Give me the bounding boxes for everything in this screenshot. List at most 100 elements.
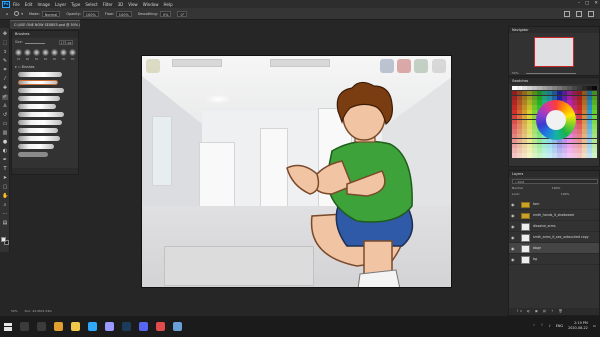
navigator-zoom-slider[interactable] <box>526 73 576 74</box>
color-swatch[interactable] <box>512 148 517 153</box>
brushes-panel-title[interactable]: Brushes <box>12 31 78 38</box>
color-swatch[interactable] <box>572 153 577 158</box>
flow-field[interactable]: 100% <box>115 10 132 17</box>
history-brush-tool-icon[interactable]: ↺ <box>2 113 8 118</box>
color-swatch[interactable] <box>517 143 522 148</box>
color-swatch[interactable] <box>582 124 587 129</box>
color-swatch[interactable] <box>552 86 557 91</box>
color-swatch[interactable] <box>517 90 522 96</box>
color-swatch[interactable] <box>537 148 542 153</box>
color-swatch[interactable] <box>567 95 572 100</box>
color-swatch[interactable] <box>587 129 592 134</box>
menu-filter[interactable]: Filter <box>103 2 113 7</box>
color-swatch[interactable] <box>592 86 597 91</box>
status-zoom[interactable]: 50% <box>11 309 18 313</box>
color-swatch[interactable] <box>527 119 532 124</box>
color-swatch[interactable] <box>552 148 557 153</box>
swatches-panel-title[interactable]: Swatches <box>509 78 599 84</box>
color-swatch[interactable] <box>517 129 522 134</box>
color-swatch[interactable] <box>562 138 567 144</box>
eye-icon[interactable]: ◉ <box>511 257 515 262</box>
layer-opacity[interactable]: 100% <box>552 186 561 190</box>
brush-tip-icon[interactable] <box>69 49 76 56</box>
brush-stroke-preview[interactable] <box>18 104 56 109</box>
color-swatch[interactable] <box>537 134 542 139</box>
brush-tip-icon[interactable] <box>42 49 49 56</box>
color-swatch[interactable] <box>572 148 577 153</box>
color-swatch[interactable] <box>572 86 577 91</box>
color-swatch[interactable] <box>512 105 517 110</box>
brush-stroke-preview[interactable] <box>18 96 60 101</box>
color-swatch[interactable] <box>577 110 582 115</box>
pen-tool-icon[interactable]: ✒ <box>2 158 8 163</box>
brush-stroke-preview[interactable] <box>18 120 62 125</box>
color-swatch[interactable] <box>517 110 522 115</box>
color-swatch[interactable] <box>527 143 532 148</box>
color-swatch[interactable] <box>542 95 547 100</box>
layer-row[interactable]: ◉ bg <box>509 254 599 265</box>
color-swatch[interactable] <box>587 153 592 158</box>
hand-tool-icon[interactable]: ✋ <box>2 194 8 199</box>
opacity-field[interactable]: 100% <box>82 10 99 17</box>
photoshop-icon[interactable] <box>88 322 97 331</box>
color-swatch[interactable] <box>582 138 587 144</box>
color-swatch[interactable] <box>592 95 597 100</box>
search-icon[interactable] <box>564 11 570 17</box>
color-swatch[interactable] <box>592 119 597 124</box>
color-swatch[interactable] <box>577 138 582 144</box>
color-swatch[interactable] <box>567 153 572 158</box>
color-swatch[interactable] <box>577 143 582 148</box>
color-swatch[interactable] <box>557 148 562 153</box>
color-swatch[interactable] <box>587 100 592 105</box>
color-swatch[interactable] <box>527 100 532 105</box>
color-swatch[interactable] <box>532 105 537 110</box>
color-swatch[interactable] <box>547 153 552 158</box>
color-swatch[interactable] <box>522 90 527 96</box>
color-swatch[interactable] <box>567 86 572 91</box>
color-swatch[interactable] <box>592 105 597 110</box>
color-swatch[interactable] <box>567 148 572 153</box>
color-swatch[interactable] <box>522 143 527 148</box>
tray-arrow-icon[interactable]: ⌃ <box>533 324 536 328</box>
color-swatch[interactable] <box>577 114 582 120</box>
color-swatch[interactable] <box>572 134 577 139</box>
brush-tip-icon[interactable] <box>51 49 58 56</box>
shape-tool-icon[interactable]: ▢ <box>2 185 8 190</box>
color-swatch[interactable] <box>512 114 517 120</box>
color-swatch[interactable] <box>527 148 532 153</box>
color-swatch[interactable] <box>512 153 517 158</box>
color-swatch[interactable] <box>517 124 522 129</box>
color-swatch[interactable] <box>532 90 537 96</box>
color-swatch[interactable] <box>537 100 542 105</box>
file-explorer-icon[interactable] <box>71 322 80 331</box>
color-swatch[interactable] <box>512 143 517 148</box>
brush-stroke-preview[interactable] <box>18 136 60 141</box>
color-swatch[interactable] <box>517 134 522 139</box>
menu-select[interactable]: Select <box>85 2 97 7</box>
color-swatch[interactable] <box>512 86 517 91</box>
type-tool-icon[interactable]: T <box>2 167 8 172</box>
color-swatch[interactable] <box>567 143 572 148</box>
foreground-color-swatch[interactable] <box>1 237 6 242</box>
color-swatch[interactable] <box>592 110 597 115</box>
color-swatch[interactable] <box>522 114 527 120</box>
layer-row[interactable]: ◉ tom <box>509 199 599 210</box>
color-swatch[interactable] <box>512 134 517 139</box>
close-button[interactable]: ✕ <box>594 1 598 6</box>
color-swatch[interactable] <box>587 119 592 124</box>
smoothing-field[interactable]: 0% <box>159 10 172 17</box>
home-icon[interactable]: ⌂ <box>6 12 8 16</box>
color-swatch[interactable] <box>527 138 532 144</box>
color-swatch[interactable] <box>592 114 597 120</box>
share-icon[interactable] <box>588 11 594 17</box>
color-swatch[interactable] <box>582 119 587 124</box>
brush-stroke-preview[interactable] <box>18 112 64 117</box>
color-swatch[interactable] <box>522 124 527 129</box>
mode-dropdown[interactable]: Normal <box>41 10 61 17</box>
color-swatch[interactable] <box>522 148 527 153</box>
color-swatch[interactable] <box>587 105 592 110</box>
network-icon[interactable]: ⌔ <box>540 323 543 328</box>
color-swatch[interactable] <box>547 86 552 91</box>
navigator-thumbnail[interactable] <box>534 37 574 67</box>
color-swatch[interactable] <box>527 95 532 100</box>
